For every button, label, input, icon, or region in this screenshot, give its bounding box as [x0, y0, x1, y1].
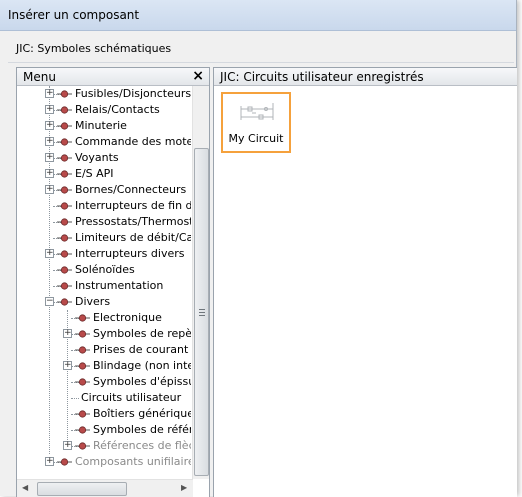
component-icon [75, 440, 90, 452]
tree-item[interactable]: + Références de flèc [17, 438, 191, 454]
component-icon [57, 88, 72, 100]
tree-item-label: Prises de courant [93, 343, 189, 356]
component-icon [57, 296, 72, 308]
tree-item[interactable]: + E/S API [17, 166, 191, 182]
menu-panel-header: Menu × [17, 68, 209, 86]
tree-item[interactable]: + Blindage (non intell [17, 358, 191, 374]
component-icon [57, 152, 72, 164]
scroll-left-icon[interactable]: ◀ [22, 483, 28, 492]
tree-item-label: Interrupteurs de fin de c [75, 199, 191, 212]
tree-item[interactable]: Circuits utilisateur [17, 390, 191, 406]
circuit-thumbnail[interactable]: My Circuit [221, 92, 291, 153]
grip-icon [199, 309, 205, 318]
tree-item-label: Divers [75, 295, 111, 308]
component-icon [57, 456, 72, 468]
component-icon [75, 360, 90, 372]
insert-component-dialog: Insérer un composant JIC: Symboles schém… [0, 0, 517, 497]
content-panel: JIC: Circuits utilisateur enregistrés My… [213, 67, 517, 497]
tree-item-label: Fusibles/Disjoncteurs/T [75, 87, 191, 100]
tree-item-label: Limiteurs de débit/Capt [75, 231, 191, 244]
component-icon [57, 200, 72, 212]
tree-item[interactable]: + Relais/Contacts [17, 102, 191, 118]
tree-item[interactable]: Boîtiers génériques [17, 406, 191, 422]
library-label: JIC: Symboles schématiques [16, 42, 172, 55]
tree-item-label: Relais/Contacts [75, 103, 160, 116]
tree-item[interactable]: Interrupteurs de fin de c [17, 198, 191, 214]
tree-item[interactable]: + Minuterie [17, 118, 191, 134]
tree-item-label: Minuterie [75, 119, 127, 132]
tree-item[interactable]: +Commande des moteur [17, 134, 191, 150]
tree-item[interactable]: Instrumentation [17, 278, 191, 294]
component-icon [75, 408, 90, 420]
tree-item-label: Symboles d'épissur [93, 375, 191, 388]
tree-item-label: Circuits utilisateur [81, 391, 182, 404]
tree-item[interactable]: +Symboles de repère [17, 326, 191, 342]
tree-item-label: Composants unifilaires [75, 455, 191, 468]
component-icon [57, 136, 72, 148]
tree-item-label: Symboles de repère [93, 327, 191, 340]
window-title: Insérer un composant [8, 8, 140, 22]
tree-item-label: Electronique [93, 311, 162, 324]
tree-vertical-scrollbar[interactable] [192, 86, 209, 479]
component-icon [75, 424, 90, 436]
tree-item[interactable]: Symboles d'épissur [17, 374, 191, 390]
tree-item[interactable]: + Fusibles/Disjoncteurs/T [17, 86, 191, 102]
component-icon [57, 280, 72, 292]
component-icon [57, 264, 72, 276]
tree-horizontal-scrollbar[interactable]: ◀ ▶ [17, 479, 193, 497]
category-tree[interactable]: + Fusibles/Disjoncteurs/T + Relais/Contacts… [17, 86, 191, 479]
component-icon [75, 344, 90, 356]
tree-item-label: Boîtiers génériques [93, 407, 191, 420]
component-icon [57, 168, 72, 180]
component-icon [57, 232, 72, 244]
component-icon [57, 184, 72, 196]
component-icon [57, 104, 72, 116]
menu-panel: Menu × + Fusibles/Disjoncteurs/T + Relais/C… [16, 67, 210, 497]
tree-item-label: Solénoïdes [75, 263, 135, 276]
tree-item[interactable]: + Voyants [17, 150, 191, 166]
tree-item[interactable]: Symboles de référe [17, 422, 191, 438]
tree-item[interactable]: + Interrupteurs divers [17, 246, 191, 262]
circuit-caption: My Circuit [228, 132, 284, 145]
component-icon [57, 216, 72, 228]
tree-item-label: Voyants [75, 151, 119, 164]
vertical-scroll-thumb[interactable] [194, 148, 209, 476]
tree-item[interactable]: Pressostats/Thermosta [17, 214, 191, 230]
title-bar: Insérer un composant [0, 0, 516, 31]
tree-item-label: Références de flèc [93, 439, 191, 452]
component-icon [57, 120, 72, 132]
tree-item[interactable]: + Bornes/Connecteurs [17, 182, 191, 198]
content-panel-title: JIC: Circuits utilisateur enregistrés [220, 70, 424, 84]
content-panel-header: JIC: Circuits utilisateur enregistrés [214, 68, 517, 86]
tree-item-label: Interrupteurs divers [75, 247, 185, 260]
scroll-right-icon[interactable]: ▶ [181, 483, 187, 492]
tree-item-label: Commande des moteur [75, 135, 191, 148]
tree-item[interactable]: Limiteurs de débit/Capt [17, 230, 191, 246]
tree-item[interactable]: Solénoïdes [17, 262, 191, 278]
tree-item[interactable]: Prises de courant [17, 342, 191, 358]
tree-item-label: Pressostats/Thermosta [75, 215, 191, 228]
separator [8, 62, 514, 63]
component-icon [75, 312, 90, 324]
tree-item-label: Bornes/Connecteurs [75, 183, 187, 196]
tree-item[interactable]: + Composants unifilaires [17, 454, 191, 470]
component-icon [57, 248, 72, 260]
tree-item-label: E/S API [75, 167, 114, 180]
horizontal-scroll-thumb[interactable] [37, 482, 127, 496]
circuit-preview-icon [240, 103, 274, 120]
tree-item[interactable]: Electronique [17, 310, 191, 326]
component-icon [75, 328, 90, 340]
tree-item-label: Blindage (non intell [93, 359, 191, 372]
menu-panel-title: Menu [23, 70, 56, 84]
tree-connector [71, 398, 79, 399]
tree-item-label: Instrumentation [75, 279, 164, 292]
tree-item[interactable]: − Divers [17, 294, 191, 310]
close-icon[interactable]: × [192, 68, 204, 84]
component-icon [75, 376, 90, 388]
tree-item-label: Symboles de référe [93, 423, 191, 436]
